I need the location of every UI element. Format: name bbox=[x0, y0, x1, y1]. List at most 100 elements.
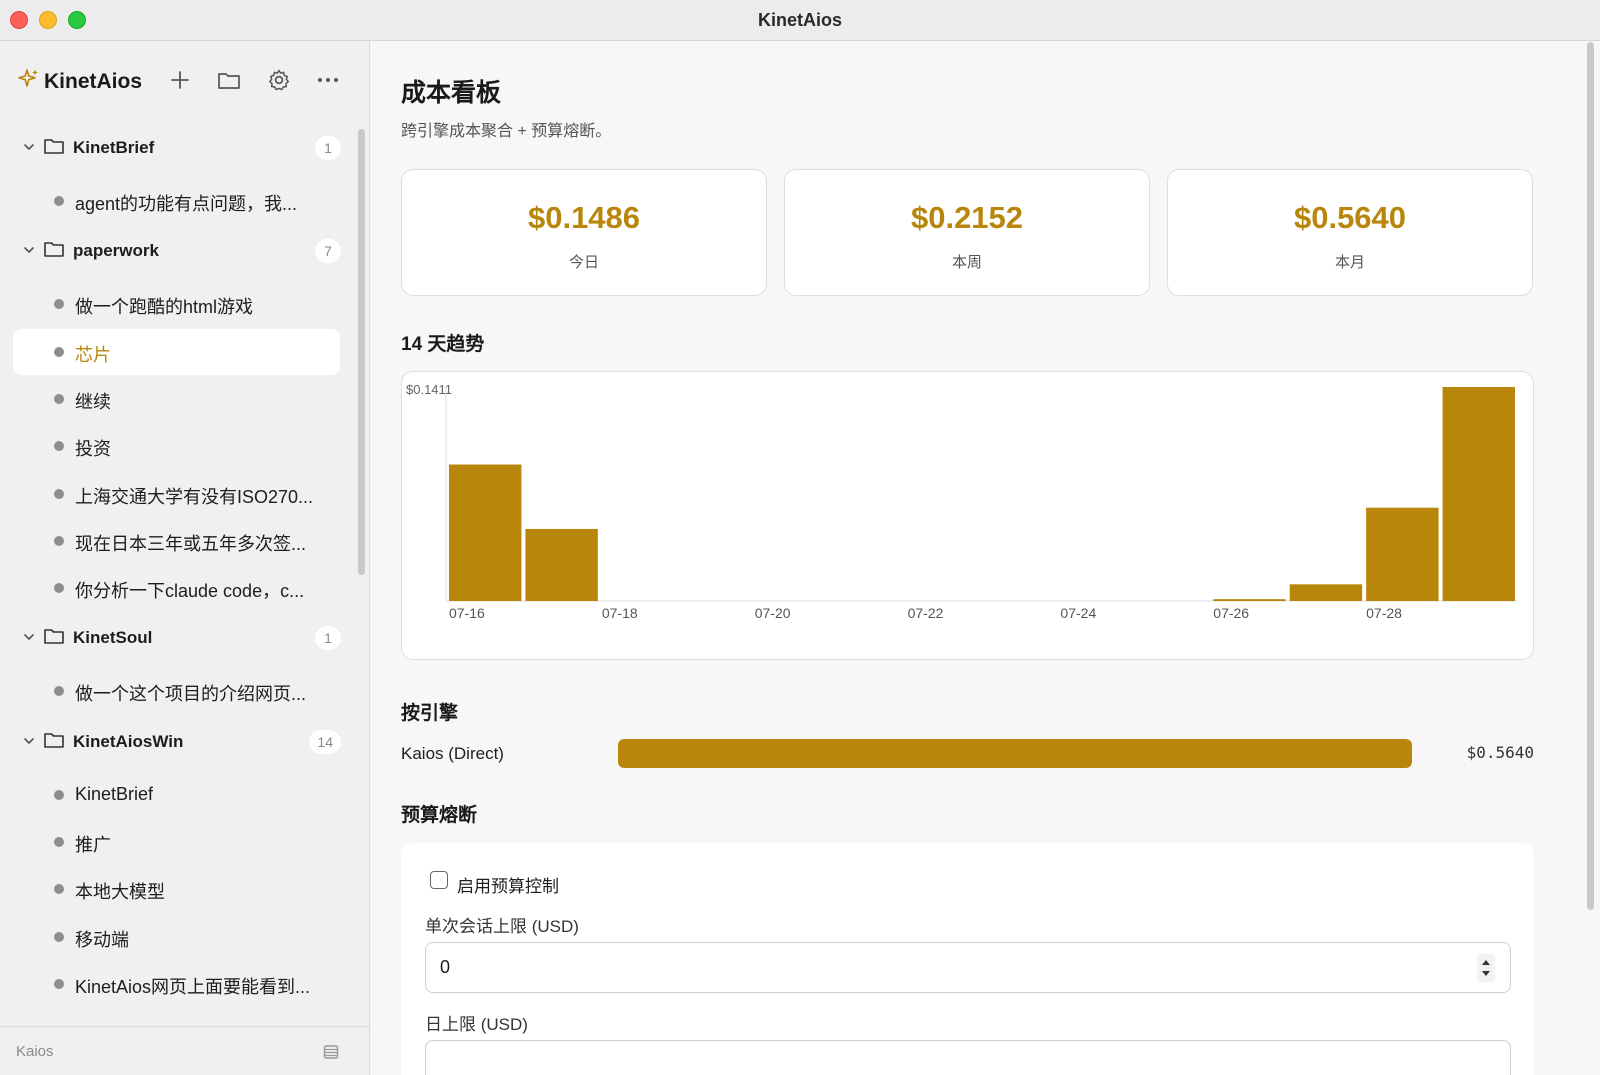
brand-name: KinetAios bbox=[44, 70, 143, 93]
conversation-title: agent的功能有点问题，我... bbox=[75, 194, 298, 214]
enable-budget-label: 启用预算控制 bbox=[457, 877, 559, 896]
conversation-title: 上海交通大学有没有ISO270... bbox=[75, 486, 314, 507]
folder-count-badge: 14 bbox=[309, 729, 341, 754]
status-dot bbox=[54, 789, 64, 800]
conversation-title: 做一个跑酷的html游戏 bbox=[75, 297, 254, 318]
folder-0[interactable]: KinetBrief 1 bbox=[0, 131, 345, 167]
folder-icon bbox=[44, 139, 64, 154]
folder-name: KinetSoul bbox=[73, 628, 153, 648]
conversation-item[interactable]: 投资 bbox=[13, 423, 340, 469]
x-tick-label: 07-20 bbox=[755, 605, 791, 621]
y-max-label: $0.1411 bbox=[406, 382, 452, 397]
conversation-item[interactable]: 你分析一下claude code，c... bbox=[13, 565, 340, 611]
gear-icon bbox=[268, 69, 290, 91]
cost-label: 本周 bbox=[951, 254, 982, 271]
conversation-list: KinetBrief 1 agent的功能有点问题，我... paperwork 7 做一… bbox=[0, 121, 370, 1065]
daily-limit-input[interactable] bbox=[425, 1040, 1511, 1075]
settings-button[interactable] bbox=[264, 65, 294, 95]
sidebar-toggle-icon[interactable] bbox=[323, 1044, 339, 1060]
cost-card-today: $0.1486 今日 bbox=[401, 169, 767, 296]
x-tick-label: 07-22 bbox=[908, 605, 944, 621]
cost-card-month: $0.5640 本月 bbox=[1167, 169, 1533, 296]
conversation-item[interactable]: KinetBrief bbox=[13, 772, 340, 818]
conversation-item[interactable]: 本地大模型 bbox=[13, 866, 340, 912]
status-dot bbox=[54, 346, 64, 357]
folder-name: KinetAiosWin bbox=[73, 731, 184, 751]
page-title: 成本看板 bbox=[401, 79, 502, 107]
conversation-item[interactable]: 上海交通大学有没有ISO270... bbox=[13, 471, 340, 517]
folder-name: KinetBrief bbox=[73, 138, 155, 157]
chevron-down-icon[interactable] bbox=[22, 630, 36, 644]
footer-label: Kaios bbox=[16, 1043, 54, 1060]
folder-count-badge: 1 bbox=[315, 136, 341, 160]
conversation-title: 继续 bbox=[75, 391, 111, 412]
session-limit-input[interactable]: 0 bbox=[425, 942, 1511, 993]
chevron-down-icon[interactable] bbox=[22, 140, 36, 154]
cost-card-week: $0.2152 本周 bbox=[784, 169, 1150, 296]
conversation-item[interactable]: KinetAios网页上面要能看到... bbox=[13, 961, 340, 1007]
conversation-item[interactable]: 现在日本三年或五年多次签... bbox=[13, 518, 340, 564]
status-dot bbox=[54, 299, 64, 310]
more-icon bbox=[318, 78, 338, 82]
engine-cost-value: $0.5640 bbox=[1466, 743, 1534, 762]
status-dot bbox=[54, 837, 64, 847]
conversation-item[interactable]: 推广 bbox=[13, 819, 340, 865]
x-tick-label: 07-26 bbox=[1213, 605, 1249, 621]
status-dot bbox=[54, 686, 64, 697]
conversation-title: 本地大模型 bbox=[75, 882, 165, 903]
daily-limit-label: 日上限 (USD) bbox=[425, 1015, 528, 1034]
sidebar: KinetAios KinetBrief 1 agent的功能有点问题，我... pa… bbox=[0, 41, 370, 1075]
cost-label: 本月 bbox=[1334, 254, 1365, 271]
cost-value: $0.1486 bbox=[527, 200, 641, 235]
sidebar-scrollbar[interactable] bbox=[358, 129, 365, 575]
cost-label: 今日 bbox=[568, 254, 599, 271]
conversation-item[interactable]: agent的功能有点问题，我... bbox=[13, 178, 340, 224]
chart-bar-07-26 bbox=[1213, 599, 1286, 601]
conversation-item[interactable]: 做一个跑酷的html游戏 bbox=[13, 281, 340, 327]
plus-icon bbox=[171, 71, 189, 89]
chevron-down-icon[interactable] bbox=[22, 734, 36, 748]
conversation-item[interactable]: 做一个这个项目的介绍网页... bbox=[13, 668, 340, 714]
chevron-down-icon[interactable] bbox=[22, 243, 36, 257]
conversation-title: 芯片 bbox=[75, 344, 111, 365]
folder-count-badge: 1 bbox=[315, 626, 341, 651]
new-chat-button[interactable] bbox=[165, 65, 195, 95]
conversation-title: 你分析一下claude code，c... bbox=[75, 581, 305, 602]
folder-icon bbox=[44, 629, 64, 645]
session-limit-label: 单次会话上限 (USD) bbox=[425, 917, 579, 936]
main-panel: 成本看板 跨引擎成本聚合 + 预算熔断。 $0.1486 今日 $0.2152 … bbox=[371, 41, 1600, 1075]
folder-1[interactable]: paperwork 7 bbox=[0, 234, 345, 270]
folder-icon bbox=[218, 73, 240, 89]
folder-2[interactable]: KinetSoul 1 bbox=[0, 621, 345, 657]
folder-3[interactable]: KinetAiosWin 14 bbox=[0, 725, 345, 761]
more-button[interactable] bbox=[313, 65, 343, 95]
chart-bar-07-16 bbox=[449, 464, 522, 601]
status-dot bbox=[54, 441, 64, 452]
budget-panel: 启用预算控制 单次会话上限 (USD) 0 日上限 (USD) bbox=[401, 843, 1534, 1075]
conversation-title: KinetBrief bbox=[75, 783, 154, 804]
status-dot bbox=[54, 884, 64, 895]
main-scrollbar[interactable] bbox=[1587, 42, 1594, 910]
conversation-item[interactable]: 移动端 bbox=[13, 914, 340, 960]
conversation-title: 投资 bbox=[75, 439, 111, 460]
new-folder-button[interactable] bbox=[214, 65, 244, 95]
conversation-item[interactable]: 芯片 bbox=[13, 328, 340, 375]
chart-bar-07-29 bbox=[1442, 387, 1515, 601]
conversation-item[interactable]: 继续 bbox=[13, 376, 340, 422]
x-tick-label: 07-16 bbox=[449, 605, 485, 621]
folder-icon bbox=[44, 732, 64, 748]
status-dot bbox=[54, 393, 64, 404]
folder-name: paperwork bbox=[73, 241, 159, 261]
stepper-arrows-icon[interactable] bbox=[1476, 953, 1496, 983]
cost-value: $0.5640 bbox=[1293, 200, 1407, 235]
trend-chart-svg: $0.1411 07-16 07-18 07-20 07-22 07-24 07-26 07-… bbox=[406, 382, 1517, 621]
enable-budget-checkbox[interactable] bbox=[430, 871, 448, 889]
cost-value: $0.2152 bbox=[910, 200, 1024, 235]
chart-bar-07-28 bbox=[1366, 507, 1439, 601]
status-dot bbox=[54, 583, 64, 594]
session-limit-value: 0 bbox=[440, 957, 451, 977]
budget-section-title: 预算熔断 bbox=[401, 805, 478, 826]
x-tick-label: 07-28 bbox=[1366, 605, 1402, 621]
conversation-title: 推广 bbox=[75, 835, 111, 855]
chart-bar-07-17 bbox=[525, 528, 598, 601]
